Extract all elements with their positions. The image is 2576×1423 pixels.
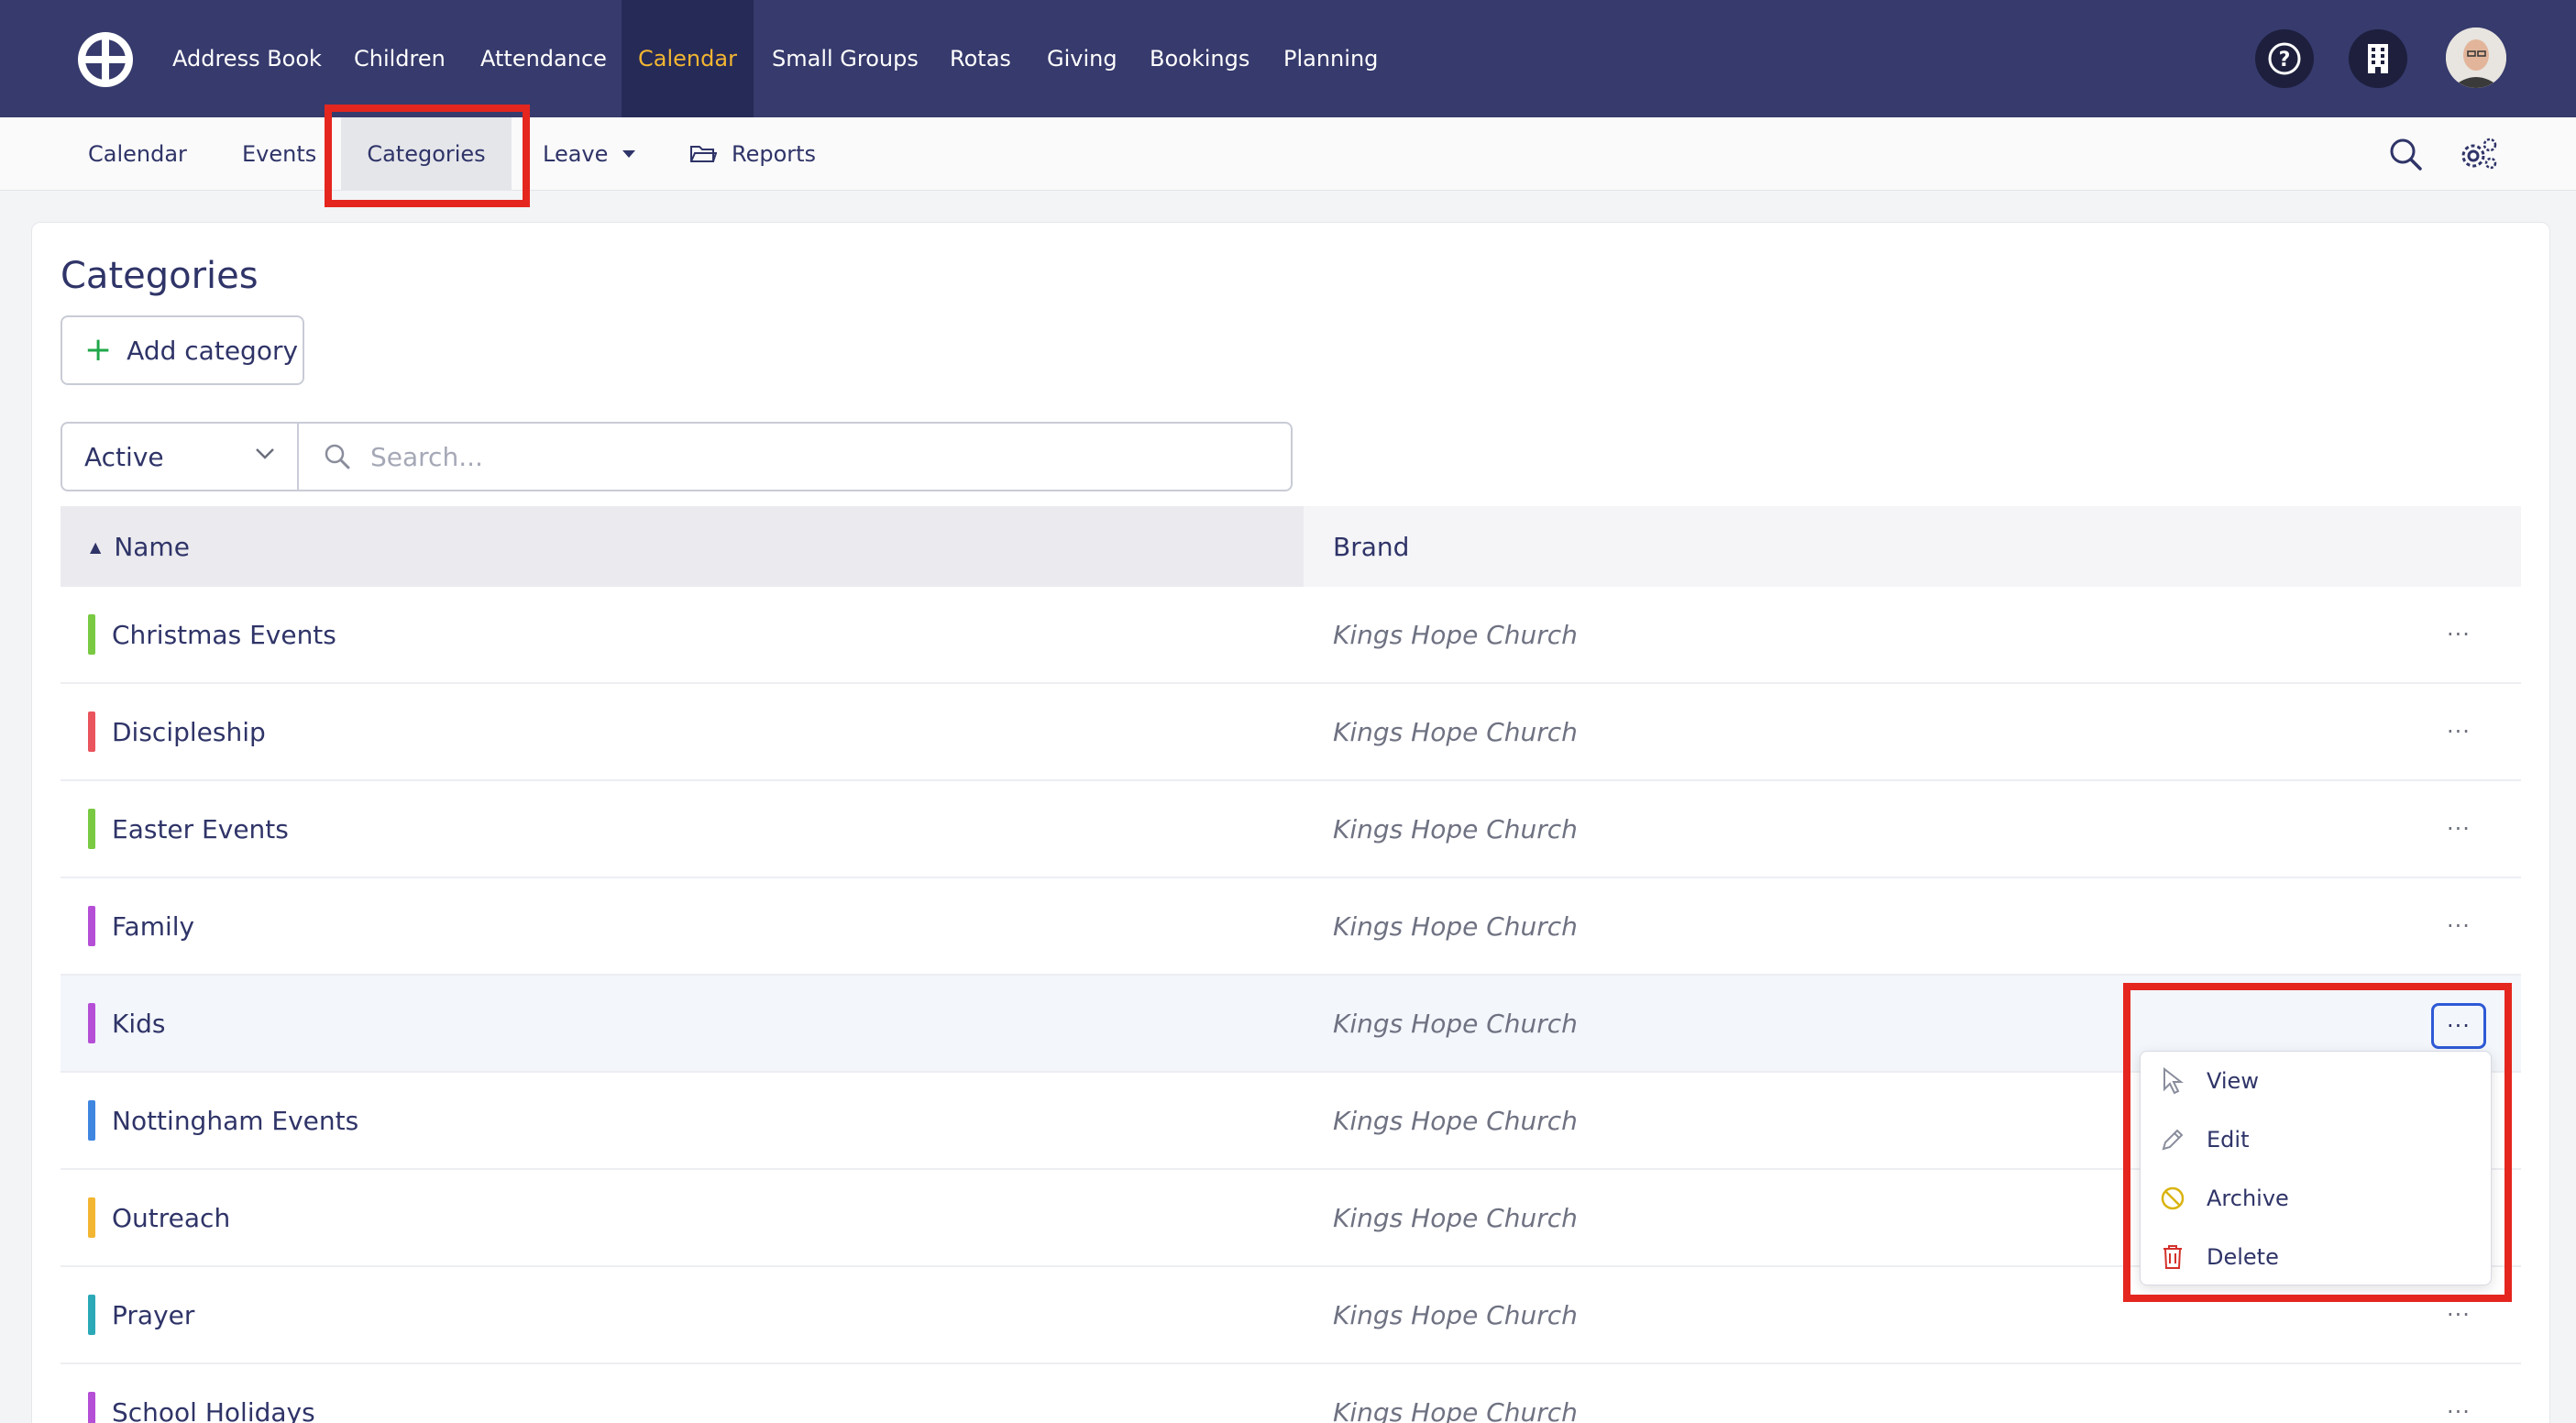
category-brand: Kings Hope Church — [1333, 619, 1578, 650]
category-name-link[interactable]: Discipleship — [112, 684, 266, 779]
category-color-swatch — [88, 809, 95, 849]
organisation-button[interactable] — [2349, 29, 2407, 88]
nav-bookings[interactable]: Bookings — [1150, 0, 1249, 117]
table-row[interactable]: Easter Events Kings Hope Church ··· — [61, 781, 2521, 878]
row-actions-button[interactable]: ··· — [2431, 908, 2486, 944]
column-header-brand[interactable]: Brand — [1304, 506, 2521, 587]
column-header-name-label: Name — [114, 531, 190, 562]
filter-bar: Active — [61, 422, 1293, 491]
plus-icon: + — [84, 331, 113, 369]
category-color-swatch — [88, 1295, 95, 1335]
table-row[interactable]: Christmas Events Kings Hope Church ··· — [61, 587, 2521, 684]
status-select[interactable]: Active — [62, 424, 299, 490]
user-avatar[interactable] — [2446, 28, 2506, 88]
nav-children[interactable]: Children — [354, 0, 446, 117]
column-header-name[interactable]: ▲ Name — [61, 506, 1304, 587]
category-brand: Kings Hope Church — [1333, 1202, 1578, 1233]
help-button[interactable]: ? — [2255, 29, 2314, 88]
category-color-swatch — [88, 1100, 95, 1141]
row-actions-button[interactable]: ··· — [2431, 811, 2486, 847]
subnav-calendar[interactable]: Calendar — [88, 117, 187, 191]
row-actions-button[interactable]: ··· — [2431, 713, 2486, 750]
add-category-label: Add category — [127, 335, 299, 366]
building-icon — [2368, 44, 2388, 73]
category-name-link[interactable]: Nottingham Events — [112, 1073, 358, 1168]
row-actions-button[interactable]: ··· — [2431, 1296, 2486, 1333]
category-brand: Kings Hope Church — [1333, 1008, 1578, 1039]
category-name-link[interactable]: Outreach — [112, 1170, 230, 1265]
category-name-link[interactable]: Prayer — [112, 1267, 194, 1362]
category-color-swatch — [88, 712, 95, 752]
category-name-link[interactable]: Easter Events — [112, 781, 289, 877]
nav-attendance[interactable]: Attendance — [480, 0, 607, 117]
table-row[interactable]: Family Kings Hope Church ··· — [61, 878, 2521, 976]
category-color-swatch — [88, 906, 95, 946]
category-brand: Kings Hope Church — [1333, 716, 1578, 747]
category-brand: Kings Hope Church — [1333, 813, 1578, 844]
status-select-value: Active — [84, 441, 164, 472]
category-brand: Kings Hope Church — [1333, 1299, 1578, 1330]
nav-rotas[interactable]: Rotas — [950, 0, 1011, 117]
caret-down-icon — [622, 150, 636, 158]
row-actions-button[interactable]: ··· — [2431, 616, 2486, 653]
category-color-swatch — [88, 1392, 95, 1423]
svg-text:?: ? — [2279, 49, 2291, 72]
nav-giving[interactable]: Giving — [1047, 0, 1117, 117]
help-icon: ? — [2268, 42, 2301, 75]
subnav-leave-label: Leave — [543, 141, 609, 167]
subnav-events[interactable]: Events — [242, 117, 316, 191]
sort-ascending-icon: ▲ — [90, 537, 102, 556]
subnav-leave[interactable]: Leave — [543, 117, 637, 191]
category-color-swatch — [88, 1197, 95, 1238]
page-title: Categories — [61, 255, 259, 297]
highlight-categories-tab — [325, 105, 530, 207]
category-color-swatch — [88, 1003, 95, 1043]
category-name-link[interactable]: School Holidays — [112, 1364, 315, 1423]
top-navigation: Address Book Children Attendance Calenda… — [0, 0, 2576, 117]
search-field-icon — [325, 444, 350, 469]
table-row[interactable]: School Holidays Kings Hope Church ··· — [61, 1364, 2521, 1423]
column-header-brand-label: Brand — [1333, 531, 1410, 562]
folder-icon — [690, 146, 717, 162]
category-brand: Kings Hope Church — [1333, 1396, 1578, 1423]
row-actions-button[interactable]: ··· — [2431, 1394, 2486, 1423]
add-category-button[interactable]: + Add category — [61, 315, 304, 385]
nav-planning[interactable]: Planning — [1283, 0, 1378, 117]
nav-small-groups[interactable]: Small Groups — [772, 0, 919, 117]
category-name-link[interactable]: Kids — [112, 976, 166, 1071]
chevron-down-icon — [256, 448, 274, 459]
search-icon[interactable] — [2387, 136, 2424, 172]
category-brand: Kings Hope Church — [1333, 910, 1578, 942]
category-name-link[interactable]: Christmas Events — [112, 587, 336, 682]
app-logo-icon[interactable] — [75, 29, 136, 90]
settings-gear-icon[interactable] — [2457, 136, 2499, 172]
subnav-reports[interactable]: Reports — [689, 117, 816, 191]
highlight-actions-menu — [2123, 983, 2512, 1302]
user-photo-icon — [2446, 28, 2506, 88]
nav-address-book[interactable]: Address Book — [172, 0, 322, 117]
category-brand: Kings Hope Church — [1333, 1105, 1578, 1136]
subnav-reports-label: Reports — [732, 141, 817, 167]
table-row[interactable]: Discipleship Kings Hope Church ··· — [61, 684, 2521, 781]
search-input[interactable] — [370, 433, 1250, 480]
category-color-swatch — [88, 614, 95, 655]
nav-calendar[interactable]: Calendar — [622, 0, 754, 117]
category-name-link[interactable]: Family — [112, 878, 194, 974]
